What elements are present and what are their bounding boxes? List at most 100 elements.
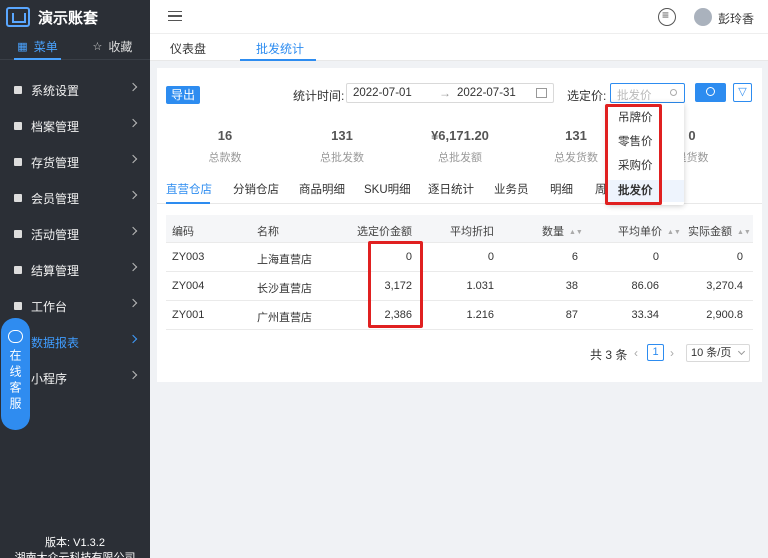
date-range-picker[interactable]: 2022-07-01 → 2022-07-31: [346, 83, 554, 103]
chat-icon: [8, 330, 23, 343]
table-row[interactable]: ZY004 长沙直营店 3,172 1.031 38 86.06 3,270.4: [166, 272, 753, 301]
stat-value: 16: [217, 128, 233, 143]
tab-salesperson[interactable]: 业务员: [494, 181, 529, 197]
sidebar-item-label: 存货管理: [31, 155, 80, 170]
cell-quantity: 38: [565, 280, 578, 292]
sidebar-item-system-settings[interactable]: 系统设置: [0, 72, 150, 108]
cell-actual-amount: 3,270.4: [706, 280, 743, 292]
cell-avg-discount: 1.216: [466, 309, 494, 321]
settings-icon: [14, 86, 22, 94]
col-selected-price-amount: 选定价金额: [357, 226, 412, 238]
sidebar-item-inventory[interactable]: 存货管理: [0, 144, 150, 180]
date-label: 统计时间:: [293, 89, 345, 103]
date-end: 2022-07-31: [457, 87, 516, 99]
tab-favorites[interactable]: ☆ 收藏: [75, 34, 150, 59]
sidebar-item-members[interactable]: 会员管理: [0, 180, 150, 216]
chevron-right-icon: [128, 226, 138, 236]
price-select-placeholder: 批发价: [617, 90, 652, 102]
stat-total-wholesale-qty: 131 总批发数: [287, 128, 397, 165]
tab-sku-detail[interactable]: SKU明细: [364, 181, 411, 197]
sidebar-tabs: ▦ 菜单 ☆ 收藏: [0, 34, 150, 60]
col-quantity: 数量: [542, 226, 564, 238]
grid-icon: ▦: [17, 41, 28, 53]
filter-button[interactable]: ▽: [733, 83, 752, 102]
chevron-right-icon: [128, 190, 138, 200]
collapse-menu-icon[interactable]: [168, 11, 182, 21]
page-number[interactable]: 1: [647, 344, 664, 361]
username[interactable]: 彭玲香: [718, 10, 754, 27]
archive-icon: [14, 122, 22, 130]
col-name: 名称: [257, 226, 279, 238]
sidebar-item-workbench[interactable]: 工作台: [0, 288, 150, 324]
col-actual-amount-wrap[interactable]: 实际金额 ▲▼: [688, 223, 751, 239]
tab-daily-stats[interactable]: 逐日统计: [428, 181, 474, 197]
online-service-button[interactable]: 在线客服: [1, 318, 30, 430]
date-separator: →: [439, 86, 451, 100]
col-quantity-wrap[interactable]: 数量 ▲▼: [542, 223, 583, 239]
sidebar-item-label: 数据报表: [31, 335, 80, 350]
online-service-label: 在线客服: [8, 349, 22, 413]
sort-icon: ▲▼: [569, 229, 583, 236]
tab-product-detail[interactable]: 商品明细: [299, 181, 345, 197]
export-button[interactable]: 导出: [166, 86, 200, 104]
table-header: 编码 名称 选定价金额 平均折扣 数量 ▲▼ 平均单价 ▲▼ 实际金额 ▲▼: [166, 215, 753, 243]
tab-menu[interactable]: ▦ 菜单: [0, 34, 75, 60]
tab-dashboard[interactable]: 仪表盘: [170, 40, 206, 57]
col-actual-amount: 实际金额: [688, 226, 732, 238]
next-page-icon[interactable]: ›: [670, 346, 674, 360]
tab-wholesale-stats[interactable]: 批发统计: [256, 40, 304, 57]
tab-distribution-stores[interactable]: 分销仓店: [233, 181, 279, 197]
cell-avg-discount: 0: [487, 251, 494, 263]
tab-detail[interactable]: 明细: [550, 181, 573, 197]
member-icon: [14, 194, 22, 202]
stat-total-wholesale-amount: ¥6,171.20 总批发额: [405, 128, 515, 165]
prev-page-icon[interactable]: ‹: [634, 346, 638, 360]
date-start: 2022-07-01: [353, 87, 412, 99]
sidebar-item-settlement[interactable]: 结算管理: [0, 252, 150, 288]
cell-code: ZY003: [172, 251, 205, 263]
calendar-icon: [536, 88, 547, 98]
cell-actual-amount: 0: [736, 251, 743, 263]
workbench-icon: [14, 302, 22, 310]
cell-avg-unit-price: 86.06: [631, 280, 659, 292]
search-button[interactable]: [695, 83, 726, 102]
chevron-right-icon: [128, 118, 138, 128]
logo-icon: [6, 7, 30, 27]
menu-icon[interactable]: [658, 8, 676, 26]
page-tabs: 仪表盘 批发统计: [150, 34, 768, 61]
sidebar-item-label: 小程序: [31, 371, 68, 386]
page-size-select[interactable]: 10 条/页: [686, 344, 750, 362]
sidebar-item-label: 活动管理: [31, 227, 80, 242]
app-title: 演示账套: [38, 9, 99, 27]
cell-quantity: 87: [565, 309, 578, 321]
stat-value: ¥6,171.20: [431, 128, 489, 143]
stats-table: 编码 名称 选定价金额 平均折扣 数量 ▲▼ 平均单价 ▲▼ 实际金额 ▲▼ ZY00…: [166, 215, 753, 330]
col-avg-unit-price-wrap[interactable]: 平均单价 ▲▼: [618, 223, 681, 239]
sidebar-item-archive[interactable]: 档案管理: [0, 108, 150, 144]
cell-name: 广州直营店: [257, 312, 312, 324]
sidebar-item-label: 工作台: [31, 299, 68, 314]
tab-direct-stores[interactable]: 直营仓店: [166, 181, 212, 197]
sidebar-item-activities[interactable]: 活动管理: [0, 216, 150, 252]
col-code: 编码: [172, 226, 194, 238]
table-row[interactable]: ZY001 广州直营店 2,386 1.216 87 33.34 2,900.8: [166, 301, 753, 330]
tab-menu-label: 菜单: [33, 40, 58, 54]
active-tab-indicator: [240, 59, 316, 61]
stat-label: 总批发数: [320, 152, 364, 164]
stat-value: 131: [331, 128, 353, 143]
chevron-right-icon: [128, 334, 138, 344]
table-row[interactable]: ZY003 上海直营店 0 0 6 0 0: [166, 243, 753, 272]
price-label: 选定价:: [567, 89, 607, 103]
price-select[interactable]: 批发价: [610, 83, 685, 103]
cell-avg-discount: 1.031: [466, 280, 494, 292]
avatar[interactable]: [694, 8, 712, 26]
sidebar-item-label: 系统设置: [31, 83, 80, 98]
page-size-label: 10 条/页: [691, 347, 732, 359]
filter-icon: ▽: [738, 86, 747, 98]
cell-code: ZY004: [172, 280, 205, 292]
col-avg-unit-price: 平均单价: [618, 226, 662, 238]
top-bar: 彭玲香: [150, 0, 768, 34]
version-text: 版本: V1.3.2: [45, 537, 105, 549]
inventory-icon: [14, 158, 22, 166]
col-avg-discount: 平均折扣: [450, 226, 494, 238]
